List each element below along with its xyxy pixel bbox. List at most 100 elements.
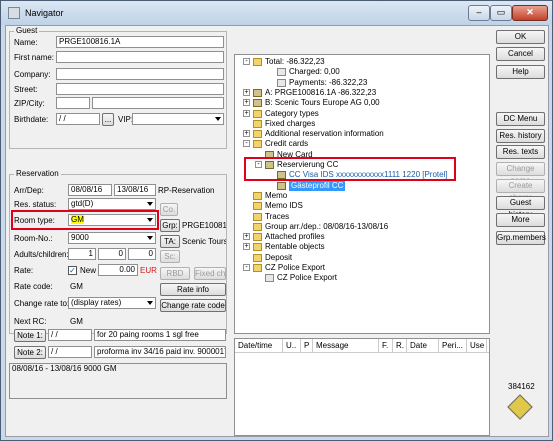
res-texts-button[interactable]: Res. texts (496, 145, 545, 159)
tree-node[interactable]: Gästeprofil CC (289, 180, 346, 191)
tree-node[interactable]: Additional reservation information (265, 129, 384, 139)
first-name-field[interactable] (56, 51, 224, 63)
close-button[interactable]: ✕ (512, 5, 548, 21)
tree-node[interactable]: Memo (265, 191, 287, 201)
tree-node[interactable]: CZ Police Export (265, 263, 325, 273)
birthdate-field[interactable]: / / (56, 113, 100, 125)
res-status-select[interactable]: gtd(D) (68, 198, 156, 210)
collapse-icon[interactable]: - (243, 140, 250, 148)
tree-node[interactable]: Traces (265, 212, 289, 222)
dc-menu-button[interactable]: DC Menu (496, 112, 545, 126)
column-header[interactable]: F. (379, 339, 393, 353)
children-field-2[interactable]: 0 (128, 248, 156, 260)
change-rate-value: (display rates) (71, 298, 122, 307)
collapse-icon[interactable]: - (243, 264, 250, 271)
reservation-group-label: Reservation (14, 169, 61, 178)
column-header[interactable]: Message (313, 339, 379, 353)
zip-field[interactable] (56, 97, 90, 109)
departure-field[interactable]: 13/08/16 (114, 184, 156, 196)
tree-node[interactable]: Credit cards (265, 139, 308, 149)
guest-history-button[interactable]: Guest history (496, 196, 545, 219)
column-header[interactable]: Use (467, 339, 487, 353)
maximize-button[interactable]: ▭ (490, 5, 512, 21)
city-field[interactable] (92, 97, 224, 109)
rate-field[interactable]: 0.00 (98, 264, 138, 276)
children-field-1[interactable]: 0 (98, 248, 126, 260)
column-header[interactable]: Peri... (439, 339, 467, 353)
street-field[interactable] (56, 83, 224, 95)
tree-node[interactable]: A: PRGE100816.1A -86.322,23 (265, 88, 376, 98)
change-rate-select[interactable]: (display rates) (68, 297, 156, 309)
folder-icon (253, 222, 262, 231)
vip-select[interactable] (132, 113, 224, 125)
column-header[interactable]: Date/time (235, 339, 283, 353)
tree-node[interactable]: Group arr./dep.: 08/08/16-13/08/16 (265, 222, 388, 232)
column-header[interactable]: P (301, 339, 313, 353)
note-2-text-field[interactable]: proforma inv 34/16 paid inv. 90000179 (94, 346, 226, 358)
expand-icon[interactable]: + (243, 109, 250, 117)
rbd-button[interactable]: RBD (160, 267, 190, 280)
create-sharer-button[interactable]: Create sharer (496, 179, 545, 202)
summary-box: 08/08/16 - 13/08/16 9000 GM (9, 363, 227, 399)
room-no-select[interactable]: 9000 (68, 232, 156, 244)
expand-icon[interactable]: + (243, 130, 250, 138)
note-2-button[interactable]: Note 2: (14, 346, 46, 359)
co-button[interactable]: Co. (160, 203, 178, 216)
res-history-button[interactable]: Res. history (496, 129, 545, 143)
company-field[interactable] (56, 68, 224, 80)
next-rc-label: Next RC: (14, 317, 47, 326)
tree-node[interactable]: Total: -86.322,23 (265, 57, 325, 67)
company-label: Company: (14, 70, 51, 79)
collapse-icon[interactable]: - (243, 58, 250, 65)
note-1-date-field[interactable]: / / (48, 329, 92, 341)
tree-node[interactable]: Category types (265, 109, 319, 119)
note-2-text: proforma inv 34/16 paid inv. 90000179 (97, 347, 226, 356)
chevron-down-icon (147, 202, 153, 206)
minimize-button[interactable]: – (468, 5, 490, 21)
tree-node[interactable]: Charged: 0,00 (289, 67, 340, 77)
chevron-down-icon (147, 236, 153, 240)
tree-node[interactable]: Payments: -86.322,23 (289, 78, 367, 88)
folder-icon (253, 264, 262, 272)
folder-icon (253, 253, 262, 262)
column-header[interactable]: Date (407, 339, 439, 353)
expand-icon[interactable]: + (243, 233, 250, 241)
change-rate-code-button[interactable]: Change rate code (160, 299, 226, 312)
tree-node[interactable]: Memo IDS (265, 201, 303, 211)
card-icon (277, 181, 286, 190)
navigator-tree[interactable]: - Total: -86.322,23 Charged: 0,00 Payments:… (234, 54, 490, 334)
ta-button[interactable]: TA: (160, 235, 180, 248)
ok-button[interactable]: OK (496, 30, 545, 44)
column-header[interactable]: U.. (283, 339, 301, 353)
tree-node[interactable]: CZ Police Export (277, 273, 337, 283)
message-grid[interactable]: Date/time U.. P Message F. R. Date Peri... Use (234, 338, 490, 436)
new-rate-checkbox[interactable]: ✓ (68, 266, 77, 275)
cancel-button[interactable]: Cancel (496, 47, 545, 61)
name-field[interactable]: PRGE100816.1A (56, 36, 224, 48)
change-name-button[interactable]: Change name (496, 162, 545, 185)
expand-icon[interactable]: + (243, 99, 250, 107)
fixed-charges-button[interactable]: Fixed ch. (194, 267, 226, 280)
sc-button[interactable]: Sc: (160, 250, 180, 263)
tree-node[interactable]: Fixed charges (265, 119, 315, 129)
grp-button[interactable]: Grp: (160, 219, 180, 232)
note-1-button[interactable]: Note 1: (14, 329, 46, 342)
expand-icon[interactable]: + (243, 88, 250, 96)
arrival-field[interactable]: 08/08/16 (68, 184, 112, 196)
expand-icon[interactable]: + (243, 243, 250, 251)
grp-members-button[interactable]: Grp.members (496, 231, 546, 245)
tree-node[interactable]: Deposit (265, 253, 292, 263)
more-button[interactable]: More (496, 213, 545, 227)
rate-info-button[interactable]: Rate info (160, 283, 226, 296)
item-icon (265, 274, 274, 283)
adults-field[interactable]: 1 (68, 248, 96, 260)
tree-node[interactable]: B: Scenic Tours Europe AG 0,00 (265, 98, 380, 108)
column-header[interactable]: R. (393, 339, 407, 353)
help-button[interactable]: Help (496, 65, 545, 79)
note-2-date-field[interactable]: / / (48, 346, 92, 358)
tree-node[interactable]: Attached profiles (265, 232, 325, 242)
tree-node[interactable]: Rentable objects (265, 242, 325, 252)
dialog-body: Guest Name: PRGE100816.1A First name: Co… (5, 25, 549, 437)
note-1-text-field[interactable]: for 20 paing rooms 1 sgl free (94, 329, 226, 341)
birthdate-browse-button[interactable]: ... (102, 113, 114, 126)
